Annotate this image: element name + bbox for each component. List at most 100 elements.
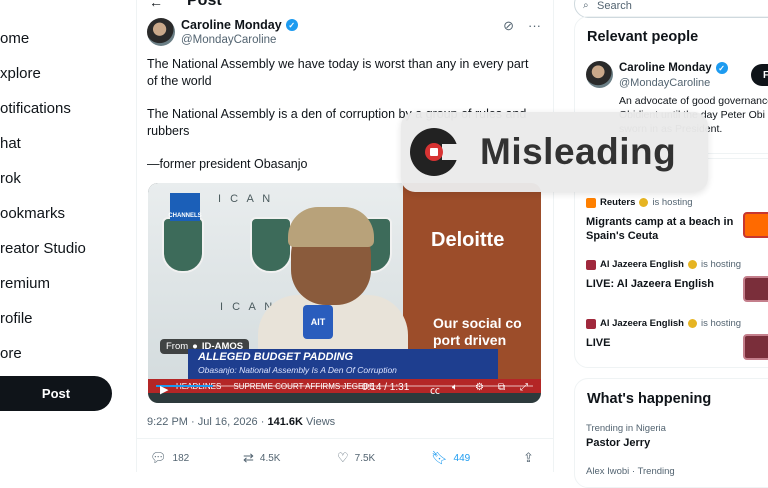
misleading-text: Misleading [480, 131, 677, 172]
whats-happening-title: What's happening [587, 391, 712, 407]
bookmark-count: 449 [453, 452, 471, 464]
like-count: 7.5K [354, 452, 376, 464]
relevant-person-name[interactable]: Caroline Monday ✓ [619, 62, 728, 74]
live-title[interactable]: LIVE: Al Jazeera English [586, 277, 736, 291]
avatar[interactable] [586, 61, 613, 88]
nav-premium[interactable]: remium [0, 275, 50, 292]
divider [137, 438, 553, 439]
live-thumbnail[interactable] [743, 276, 768, 302]
back-arrow-icon[interactable]: ← [149, 0, 163, 10]
relevant-person-name-text: Caroline Monday [619, 62, 712, 74]
divider [553, 0, 554, 472]
reply-button[interactable]: 💬︎ 182 [150, 450, 189, 466]
share-button[interactable]: ⇪ [523, 450, 534, 466]
host-suffix: is hosting [652, 197, 693, 208]
channel-logo: CHANNELS [168, 193, 202, 221]
tweet-timestamp[interactable]: 9:22 PM · Jul 16, 2026 · [147, 416, 267, 428]
nav-chat[interactable]: hat [0, 135, 21, 152]
reply-icon: 💬︎ [150, 450, 167, 465]
ican-text: I C A N [218, 193, 274, 205]
aljazeera-icon [586, 318, 596, 329]
author-handle[interactable]: @MondayCaroline [181, 34, 276, 46]
fullscreen-icon[interactable]: ⤢ [520, 382, 528, 393]
live-host[interactable]: Al Jazeera English is hosting [586, 259, 741, 270]
tweet-paragraph: The National Assembly we have today is w… [147, 57, 529, 88]
grok-icon[interactable]: ⊘ [503, 18, 514, 34]
banner-text: Deloitte [431, 229, 505, 251]
repost-button[interactable]: ⇄ 4.5K [243, 450, 280, 466]
video-player[interactable]: Deloitte Our social co port driven of Ni… [148, 183, 541, 403]
logo-core-center [430, 148, 438, 156]
nav-explore[interactable]: xplore [0, 65, 41, 82]
live-thumbnail[interactable] [743, 334, 768, 360]
live-host[interactable]: Reuters is hosting [586, 197, 693, 208]
live-host[interactable]: Al Jazeera English is hosting [586, 318, 741, 329]
tweet-meta: 9:22 PM · Jul 16, 2026 · 141.6K Views [147, 416, 335, 428]
repost-icon: ⇄ [243, 450, 254, 465]
bookmark-icon: 🔖︎ [431, 450, 448, 465]
heart-icon: ♡ [337, 450, 349, 465]
nav-creator-studio[interactable]: reator Studio [0, 240, 86, 257]
from-label: From [166, 341, 189, 352]
settings-icon[interactable]: ⚙ [475, 382, 484, 393]
like-button[interactable]: ♡ 7.5K [337, 450, 375, 466]
nav-grok[interactable]: rok [0, 170, 21, 187]
relevant-people-title: Relevant people [587, 29, 699, 45]
avatar[interactable] [147, 18, 175, 46]
aljazeera-icon [586, 259, 596, 270]
tweet-top-actions: ⊘ ··· [503, 18, 541, 34]
right-sidebar: ⌕ Search Relevant people Caroline Monday… [574, 0, 768, 488]
more-icon[interactable]: ··· [528, 18, 541, 34]
host-suffix: is hosting [700, 259, 742, 270]
repost-count: 4.5K [259, 452, 281, 464]
verified-icon: ✓ [285, 19, 298, 31]
bookmark-button[interactable]: 🔖︎ 449 [431, 450, 470, 466]
live-title[interactable]: Migrants camp at a beach in Spain's Ceut… [586, 215, 736, 243]
search-placeholder: Search [597, 0, 632, 12]
nav-bookmarks[interactable]: ookmarks [0, 205, 65, 222]
follow-button[interactable]: F [751, 64, 768, 86]
host-name: Al Jazeera English [600, 259, 684, 270]
host-name: Reuters [600, 197, 636, 208]
video-time: 0:14 / 1:31 [362, 382, 410, 393]
nav-notifications[interactable]: otifications [0, 100, 71, 117]
trend-title[interactable]: Pastor Jerry [586, 437, 650, 449]
crest-icon [162, 217, 204, 273]
nav-profile[interactable]: rofile [0, 310, 33, 327]
page-title: Post [187, 0, 222, 9]
post-button[interactable]: Post [0, 376, 112, 411]
play-icon[interactable]: ▶ [160, 383, 168, 396]
speaker-cap [288, 207, 374, 247]
nav-home[interactable]: ome [0, 30, 29, 47]
verified-icon: ✓ [715, 62, 728, 74]
nav-more[interactable]: ore [0, 345, 22, 362]
search-icon: ⌕ [583, 0, 589, 11]
author-name-text: Caroline Monday [181, 18, 282, 32]
pip-icon[interactable]: ⧉ [498, 382, 505, 393]
news-headline: ALLEGED BUDGET PADDING [198, 351, 354, 363]
verified-org-icon [687, 260, 697, 269]
live-thumbnail[interactable] [743, 212, 768, 238]
logo-cut [442, 144, 460, 160]
misleading-label: Misleading [401, 112, 708, 192]
left-nav: ome xplore otifications hat rok ookmarks… [0, 0, 130, 472]
factcheck-logo-icon [410, 128, 460, 176]
host-name: Al Jazeera English [600, 318, 684, 329]
crest-icon [250, 217, 292, 273]
reply-count: 182 [172, 452, 190, 464]
captions-icon[interactable]: ㏄ [430, 382, 440, 397]
views-count: 141.6K [267, 416, 303, 428]
volume-icon[interactable]: 🔈︎ [452, 382, 458, 393]
host-suffix: is hosting [700, 318, 742, 329]
views-label: Views [302, 416, 336, 428]
relevant-person-handle[interactable]: @MondayCaroline [619, 77, 710, 89]
share-icon: ⇪ [523, 450, 534, 465]
microphone-icon: AIT [303, 305, 333, 339]
news-subheadline: Obasanjo: National Assembly Is A Den Of … [198, 365, 397, 375]
live-title[interactable]: LIVE [586, 336, 736, 350]
main-column: ← Post Caroline Monday ✓ @MondayCaroline… [137, 0, 553, 472]
verified-org-icon [687, 319, 697, 328]
reuters-icon [586, 197, 596, 208]
verified-org-icon [639, 198, 649, 207]
author-name[interactable]: Caroline Monday ✓ [181, 18, 298, 32]
